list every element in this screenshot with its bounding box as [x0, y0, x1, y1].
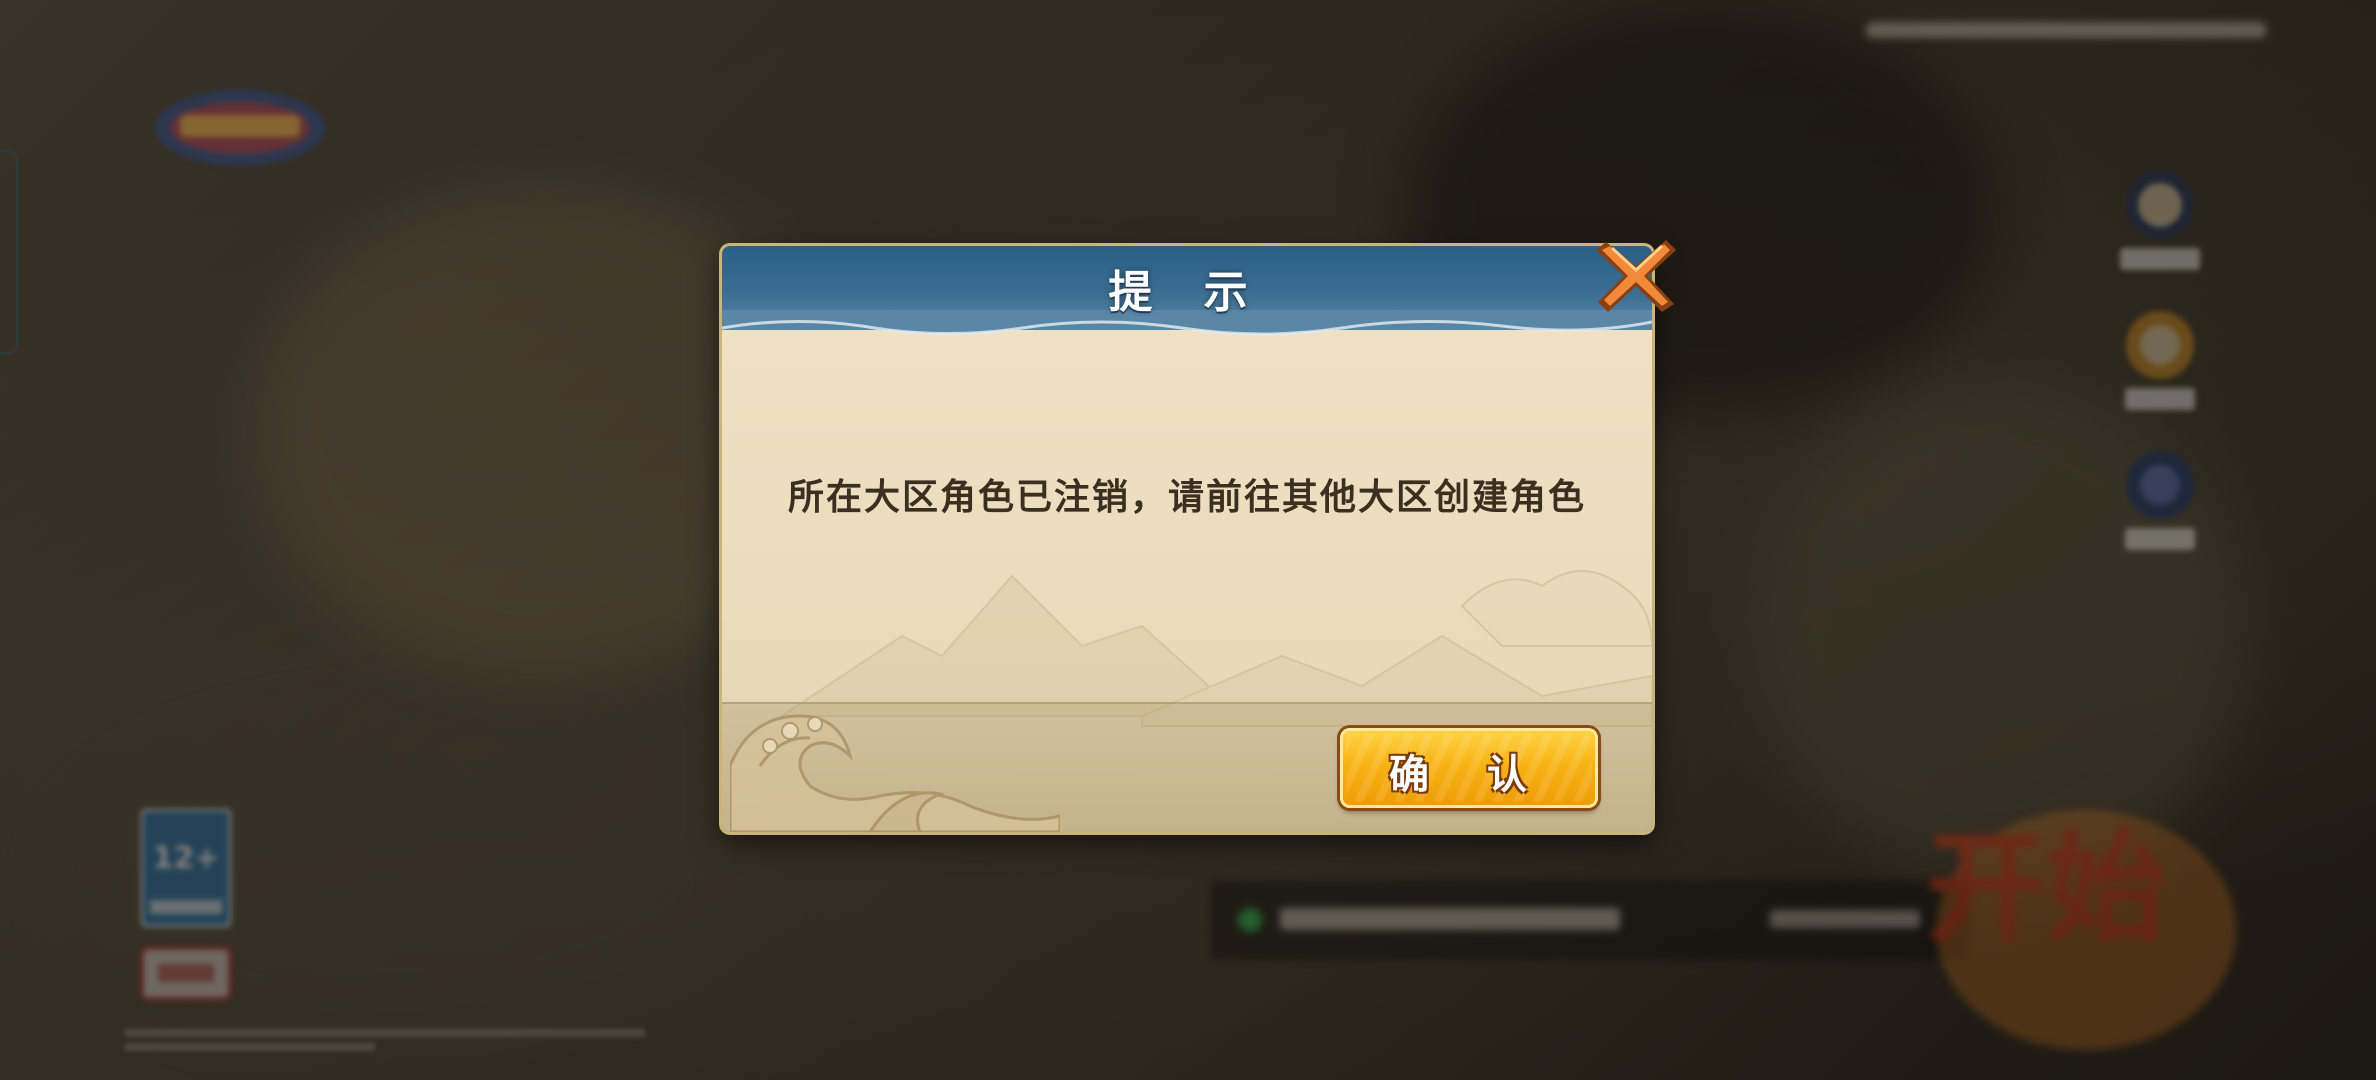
dialog-message: 所在大区角色已注销，请前往其他大区创建角色 — [787, 476, 1586, 518]
notice-dialog: 提 示 所在大区角色已注销，请前往其他大区创建角色 确 认 — [722, 246, 1652, 832]
confirm-button-label: 确 认 — [1389, 751, 1549, 798]
close-x-icon — [1596, 240, 1676, 312]
great-wave-illustration — [730, 714, 1060, 832]
game-screen: 12+ 开始 提 示 所在大区角色已注销，请前往其他大区创建角色 确 认 — [0, 0, 2376, 1080]
confirm-button[interactable]: 确 认 — [1340, 728, 1598, 808]
close-button[interactable] — [1592, 232, 1682, 318]
dialog-title: 提 示 — [1108, 267, 1266, 318]
